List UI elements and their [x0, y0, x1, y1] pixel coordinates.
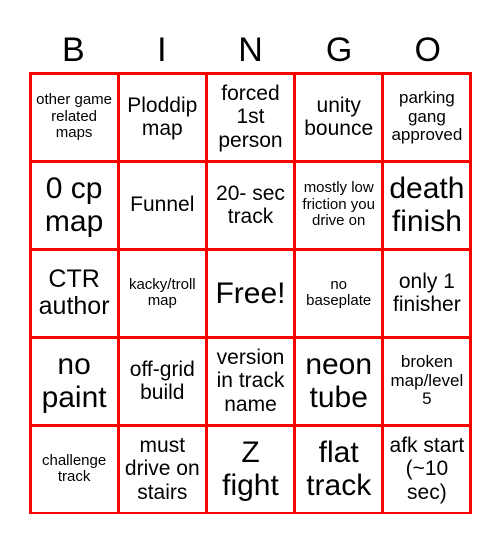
bingo-cell-text: mostly low friction you drive on — [302, 179, 375, 230]
header-letter-g: G — [325, 31, 353, 69]
header-letter-o: O — [414, 31, 441, 69]
bingo-cell[interactable]: no baseplate — [296, 250, 382, 336]
bingo-cell-text: 20- sec track — [216, 181, 285, 228]
bingo-cell-text: Ploddip map — [127, 93, 198, 140]
bingo-cell[interactable]: forced 1st person — [207, 74, 294, 160]
bingo-cell-text: broken map/level 5 — [390, 351, 464, 409]
bingo-cell[interactable]: unity bounce — [296, 74, 382, 160]
bingo-cell-text: version in track name — [216, 346, 285, 416]
bingo-card-grid: other game related maps Ploddip map forced… — [29, 72, 472, 514]
bingo-cell-text: parking gang approved — [391, 87, 463, 145]
free-space-cell[interactable]: Free! — [207, 250, 294, 336]
bingo-cell[interactable]: Ploddip map — [119, 74, 205, 160]
bingo-cell[interactable]: off-grid build — [119, 338, 205, 424]
bingo-cell-text: neon tube — [305, 348, 373, 414]
bingo-cell-text: off-grid build — [129, 357, 195, 404]
bingo-cell[interactable]: mostly low friction you drive on — [296, 162, 382, 248]
bingo-cell[interactable]: must drive on stairs — [119, 426, 205, 512]
bingo-cell[interactable]: afk start (~10 sec) — [384, 426, 470, 512]
bingo-cell[interactable]: kacky/troll map — [119, 250, 205, 336]
bingo-cell[interactable]: no paint — [31, 338, 117, 424]
bingo-cell-text: only 1 finisher — [393, 269, 461, 316]
bingo-cell[interactable]: flat track — [296, 426, 382, 512]
bingo-cell-text: unity bounce — [304, 93, 374, 140]
header-letter-n: N — [238, 31, 263, 69]
bingo-cell-text: kacky/troll map — [128, 275, 196, 309]
bingo-cell-text: no baseplate — [306, 275, 372, 309]
bingo-cell-text: Funnel — [130, 193, 195, 217]
bingo-cell[interactable]: Z fight — [207, 426, 294, 512]
bingo-cell[interactable]: Funnel — [119, 162, 205, 248]
bingo-cell[interactable]: only 1 finisher — [384, 250, 470, 336]
bingo-cell-text: death finish — [389, 172, 465, 238]
bingo-cell[interactable]: 0 cp map — [31, 162, 117, 248]
header-letter-i: I — [157, 31, 167, 69]
bingo-cell[interactable]: parking gang approved — [384, 74, 470, 160]
bingo-cell-text: Free! — [215, 276, 286, 310]
bingo-header: B I N G O — [29, 28, 472, 72]
header-letter-b: B — [61, 31, 85, 69]
bingo-cell-text: 0 cp map — [44, 172, 104, 238]
bingo-cell[interactable]: neon tube — [296, 338, 382, 424]
bingo-cell[interactable]: other game related maps — [31, 74, 117, 160]
bingo-cell-text: must drive on stairs — [124, 434, 200, 504]
bingo-cell-text: no paint — [41, 348, 107, 414]
bingo-cell[interactable]: broken map/level 5 — [384, 338, 470, 424]
bingo-cell[interactable]: challenge track — [31, 426, 117, 512]
bingo-cell-text: forced 1st person — [218, 82, 283, 152]
bingo-cell-text: afk start (~10 sec) — [389, 434, 465, 504]
bingo-cell-text: Z fight — [222, 436, 279, 502]
bingo-cell[interactable]: 20- sec track — [207, 162, 294, 248]
bingo-cell-text: CTR author — [38, 264, 110, 320]
bingo-cell[interactable]: CTR author — [31, 250, 117, 336]
bingo-cell[interactable]: death finish — [384, 162, 470, 248]
bingo-cell[interactable]: version in track name — [207, 338, 294, 424]
bingo-cell-text: other game related maps — [36, 91, 113, 142]
bingo-cell-text: flat track — [306, 436, 372, 502]
bingo-cell-text: challenge track — [41, 451, 107, 485]
